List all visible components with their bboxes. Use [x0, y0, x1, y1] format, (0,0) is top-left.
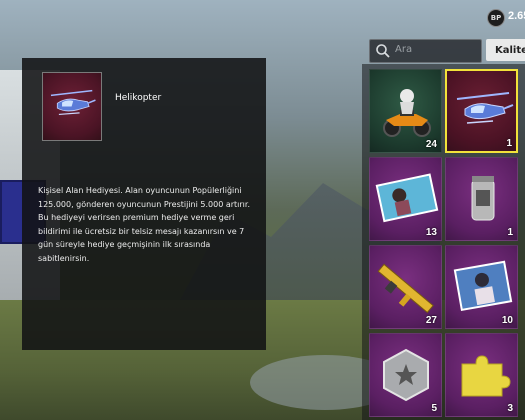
- inventory-slot-motorcycle[interactable]: 24: [369, 69, 442, 153]
- inventory-slot-puzzle-piece[interactable]: 3: [445, 333, 518, 417]
- item-count: 27: [425, 315, 437, 326]
- bp-currency-icon: BP: [487, 9, 505, 27]
- inventory-slot-helicopter[interactable]: 1: [445, 69, 518, 153]
- inventory-slot-canister[interactable]: 1: [445, 157, 518, 241]
- inventory-slot-character-card[interactable]: 13: [369, 157, 442, 241]
- bp-balance: 2.65: [508, 10, 525, 22]
- item-count: 5: [431, 403, 437, 414]
- inventory-grid: 24 1 13 1 27 10 5 3: [362, 64, 525, 420]
- search-placeholder: Ara: [395, 44, 413, 55]
- item-count: 3: [507, 403, 513, 414]
- item-count: 24: [425, 139, 437, 150]
- inventory-slot-portrait-card[interactable]: 10: [445, 245, 518, 329]
- item-description: Kişisel Alan Hediyesi. Alan oyuncunun Po…: [38, 186, 250, 263]
- inventory-slot-star-badge[interactable]: 5: [369, 333, 442, 417]
- item-name: Helikopter: [115, 93, 162, 103]
- item-count: 13: [425, 227, 437, 238]
- inventory-slot-golden-rifle[interactable]: 27: [369, 245, 442, 329]
- item-detail-panel: Helikopter Kişisel Alan Hediyesi. Alan o…: [22, 58, 266, 350]
- item-detail-thumbnail: [42, 72, 102, 141]
- search-input[interactable]: Ara: [369, 39, 482, 63]
- item-count: 1: [506, 138, 512, 149]
- search-icon: [376, 44, 390, 58]
- quality-filter-button[interactable]: Kalite: [486, 39, 525, 61]
- item-count: 1: [507, 227, 513, 238]
- helicopter-icon: [50, 89, 96, 116]
- item-count: 10: [501, 315, 513, 326]
